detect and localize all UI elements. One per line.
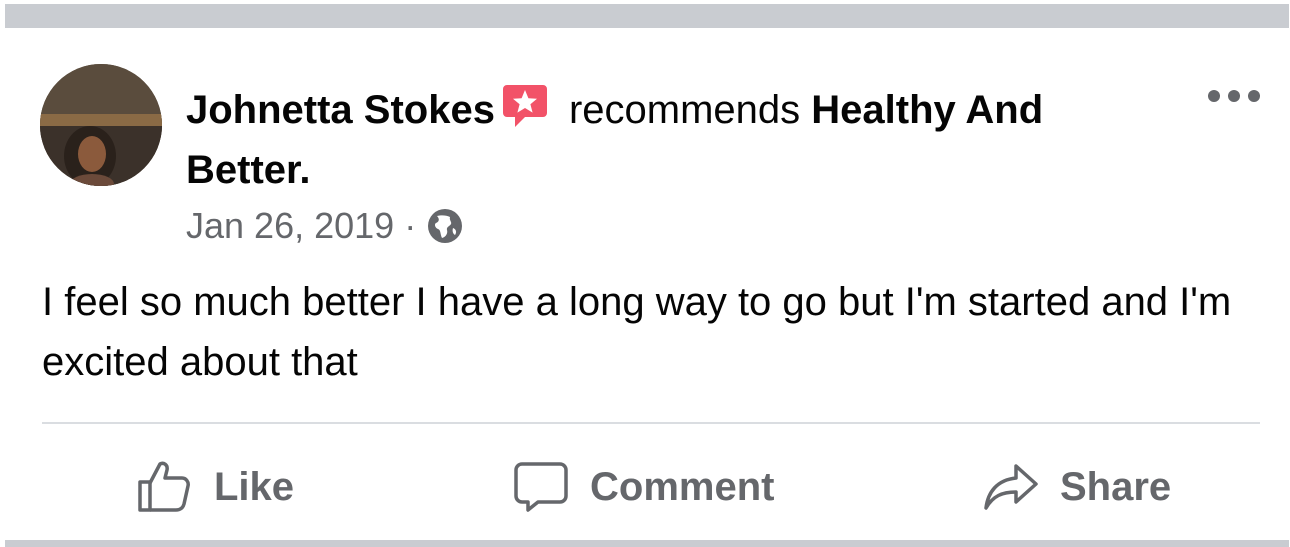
feed-separator-top xyxy=(5,4,1289,28)
author-name[interactable]: Johnetta Stokes xyxy=(186,88,495,132)
post-text: I feel so much better I have a long way … xyxy=(42,280,1232,384)
share-label: Share xyxy=(1060,464,1172,509)
like-label: Like xyxy=(214,464,295,509)
actions-divider xyxy=(42,422,1260,424)
post-headline: Johnetta Stokes recommends Healthy And B… xyxy=(186,80,1176,200)
post-timestamp[interactable]: Jan 26, 2019 xyxy=(186,205,394,247)
recommendation-star-icon xyxy=(502,85,547,127)
avatar[interactable] xyxy=(40,64,162,186)
post-meta: Jan 26, 2019 · xyxy=(186,204,464,248)
share-button[interactable]: Share xyxy=(982,456,1171,518)
feed-separator-bottom xyxy=(5,540,1289,547)
avatar-photo xyxy=(40,64,162,186)
comment-bubble-icon xyxy=(514,462,568,512)
meta-separator: · xyxy=(404,205,417,246)
comment-label: Comment xyxy=(590,464,775,509)
like-button[interactable]: Like xyxy=(136,456,294,518)
thumbs-up-icon xyxy=(138,461,190,512)
recommends-text: recommends xyxy=(568,88,801,132)
share-arrow-icon xyxy=(984,464,1038,510)
more-options-icon[interactable] xyxy=(1208,86,1260,106)
post-card: Johnetta Stokes recommends Healthy And B… xyxy=(0,0,1290,547)
comment-button[interactable]: Comment xyxy=(512,456,774,518)
globe-icon xyxy=(428,209,463,243)
